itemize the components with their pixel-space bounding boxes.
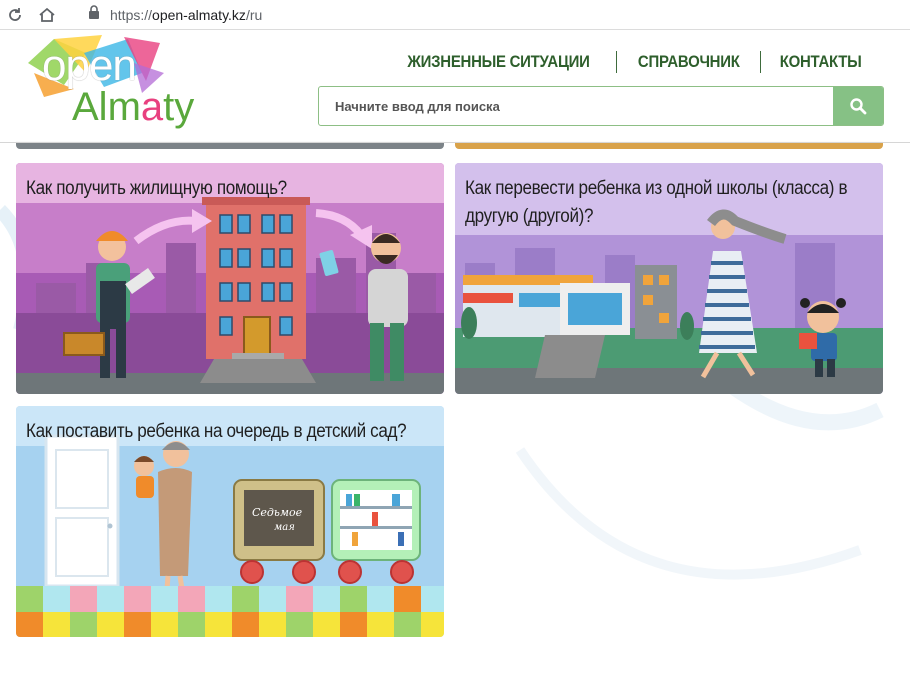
- browser-address-bar: https://open-almaty.kz/ru: [0, 0, 910, 30]
- home-icon[interactable]: [36, 4, 58, 26]
- search-box: [318, 86, 884, 126]
- logo-almaty-text: Almaty: [72, 85, 194, 130]
- card-title: Как поставить ребенка на очередь в детск…: [26, 421, 407, 442]
- chalkboard-drawing: мая: [274, 522, 295, 533]
- card-kindergarten-queue[interactable]: Седьмое мая Как поставить ребенка на оче…: [16, 406, 444, 637]
- nav-life-situations[interactable]: ЖИЗНЕННЫЕ СИТУАЦИИ: [395, 52, 602, 72]
- url-scheme: https://: [110, 6, 153, 23]
- lock-icon: [88, 5, 100, 24]
- nav-separator: [615, 51, 617, 73]
- card-school-transfer[interactable]: Как перевести ребенка из одной школы (кл…: [455, 163, 883, 394]
- nav-separator: [760, 51, 762, 73]
- logo-almaty-accent: a: [140, 85, 164, 129]
- logo-almaty-end: ty: [163, 85, 195, 129]
- card-housing-help[interactable]: Как получить жилищную помощь?: [16, 163, 444, 394]
- url-path: /ru: [245, 6, 263, 23]
- site-logo[interactable]: open Almaty: [24, 33, 204, 133]
- url-host: open-almaty.kz: [152, 6, 246, 23]
- search-input[interactable]: [319, 87, 833, 125]
- nav-contacts[interactable]: КОНТАКТЫ: [768, 52, 862, 72]
- card-title: Как перевести ребенка из одной школы (кл…: [465, 178, 848, 227]
- main-nav: ЖИЗНЕННЫЕ СИТУАЦИИ СПРАВОЧНИК КОНТАКТЫ: [381, 51, 868, 73]
- url-text[interactable]: https://open-almaty.kz/ru: [110, 7, 262, 23]
- nav-directory[interactable]: СПРАВОЧНИК: [625, 52, 751, 72]
- reload-icon[interactable]: [4, 4, 26, 26]
- chalkboard-drawing: Седьмое: [252, 506, 303, 519]
- logo-almaty-start: Alm: [72, 85, 141, 129]
- card-title: Как получить жилищную помощь?: [26, 178, 287, 199]
- search-icon: [850, 98, 867, 115]
- site-header: open Almaty ЖИЗНЕННЫЕ СИТУАЦИИ СПРАВОЧНИ…: [0, 31, 910, 143]
- search-button[interactable]: [833, 87, 883, 125]
- logo-open-text: open: [42, 41, 137, 90]
